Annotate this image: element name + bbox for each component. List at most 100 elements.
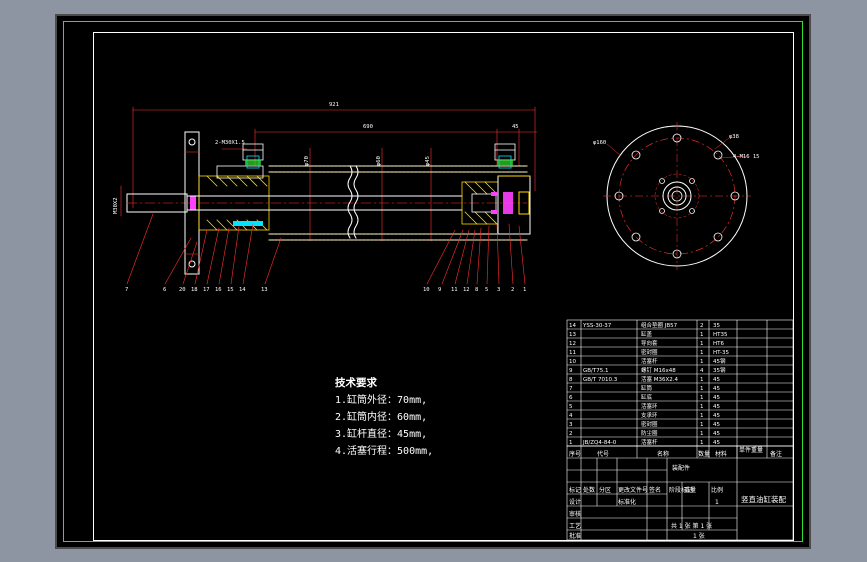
parts-cell-code: JB/ZQ4-84-0 — [582, 440, 617, 446]
bolt-circle-label: φ160 — [593, 140, 606, 146]
tb-label: 签名 — [649, 486, 661, 494]
parts-cell-qty: 4 — [700, 368, 704, 374]
parts-cell-qty: 1 — [700, 350, 704, 356]
balloon: 16 — [215, 287, 222, 293]
balloon: 14 — [239, 287, 246, 293]
weight-label: 重量 — [684, 486, 696, 494]
parts-cell-no: 6 — [569, 395, 573, 401]
parts-cell-name: 缸底 — [641, 393, 653, 401]
parts-cell-name: 活塞环 — [641, 402, 658, 410]
balloon: 1 — [523, 287, 526, 293]
scale-label: 比例 — [711, 486, 723, 494]
tb-label: 审核 — [569, 510, 581, 518]
balloon: 18 — [191, 287, 198, 293]
parts-cell-qty: 1 — [700, 341, 704, 347]
parts-cell-name: 缸筒 — [641, 384, 653, 392]
note-line: 4.活塞行程：500mm, — [335, 446, 434, 457]
sheet-count: 1 张 — [693, 532, 705, 540]
parts-cell-no: 7 — [569, 386, 573, 392]
balloon: 17 — [203, 287, 210, 293]
tb-label: 分区 — [599, 486, 611, 494]
title-block-texts: 序号 代号 名称 数量 材料 单件重量 备注 装配件 标记 处数 分区 更改文件… — [569, 446, 786, 540]
parts-cell-no: 4 — [569, 413, 573, 419]
parts-cell-mat: 45 — [713, 440, 720, 446]
balloon: 11 — [451, 287, 458, 293]
hdr-no: 序号 — [569, 450, 581, 458]
drawing-title: 竖直油缸装配 — [741, 494, 786, 504]
parts-cell-mat: HT-35 — [713, 350, 729, 356]
tb-label: 批准 — [569, 532, 581, 540]
balloon-labels-left: 7 6 20 18 17 16 15 14 13 — [125, 287, 268, 293]
note-line: 3.缸杆直径：45mm, — [335, 429, 428, 440]
note-line: 2.缸筒内径：60mm, — [335, 412, 428, 423]
parts-cell-no: 10 — [569, 359, 576, 365]
dim-rod-end: M30X2 — [113, 197, 119, 214]
parts-list — [566, 319, 794, 458]
parts-cell-mat: 45钢 — [713, 357, 726, 365]
parts-cell-qty: 1 — [700, 413, 704, 419]
break-symbol — [347, 165, 359, 239]
scale-value: 1 — [715, 499, 719, 506]
cad-viewport[interactable]: 921 690 45 2-M30X1.5 M30X2 φ70 φ60 φ45 7… — [55, 14, 811, 549]
parts-cell-name: 防尘圈 — [641, 429, 658, 437]
parts-cell-code: YSS-30-37 — [582, 323, 612, 329]
hdr-mat: 材料 — [715, 450, 727, 458]
parts-cell-qty: 1 — [700, 431, 704, 437]
parts-cell-qty: 1 — [700, 395, 704, 401]
balloon: 2 — [511, 287, 514, 293]
parts-cell-mat: 45 — [713, 404, 720, 410]
tb-label: 工艺 — [569, 522, 581, 530]
parts-cell-name: 缸盖 — [641, 330, 653, 338]
hdr-code: 代号 — [597, 450, 609, 458]
cylinder-section-view: 921 690 45 2-M30X1.5 M30X2 φ70 φ60 φ45 — [113, 102, 538, 285]
parts-cell-name: 螺钉 M16x48 — [641, 366, 676, 374]
balloon: 15 — [227, 287, 234, 293]
parts-cell-qty: 1 — [700, 359, 704, 365]
parts-cell-qty: 1 — [700, 404, 704, 410]
balloon: 9 — [438, 287, 441, 293]
parts-cell-no: 12 — [569, 341, 576, 347]
dim-overall: 921 — [329, 102, 339, 108]
parts-cell-name: 导向套 — [641, 339, 658, 347]
parts-cell-no: 11 — [569, 350, 576, 356]
note-line: 1.缸筒外径：70mm, — [335, 395, 428, 406]
parts-cell-mat: 35 — [713, 323, 720, 329]
dimension-texts: 921 690 45 2-M30X1.5 M30X2 φ70 φ60 φ45 — [113, 102, 519, 214]
parts-cell-mat: 35钢 — [713, 366, 726, 374]
parts-cell-name: 组合垫圈 JB57 — [641, 321, 678, 329]
hdr-qty: 数量 — [698, 450, 710, 458]
rear-end-cap — [497, 175, 531, 235]
hole-label: φ38 — [729, 134, 739, 140]
parts-cell-no: 14 — [569, 323, 576, 329]
parts-cell-no: 13 — [569, 332, 576, 338]
rear-port — [494, 143, 516, 169]
parts-cell-no: 1 — [569, 440, 573, 446]
assembly-drawing: 921 690 45 2-M30X1.5 M30X2 φ70 φ60 φ45 7… — [113, 102, 794, 541]
balloon: 10 — [423, 287, 430, 293]
parts-cell-code: GB/T75.1 — [583, 368, 609, 374]
parts-cell-no: 8 — [569, 377, 573, 383]
parts-cell-name: 活塞杆 — [641, 438, 658, 446]
balloon: 13 — [261, 287, 268, 293]
parts-cell-mat: 45 — [713, 377, 720, 383]
balloon-labels-right: 10 9 11 12 8 5 3 2 1 — [423, 287, 526, 293]
parts-cell-qty: 1 — [700, 386, 704, 392]
parts-cell-no: 2 — [569, 431, 573, 437]
assembly-label: 装配件 — [672, 464, 690, 472]
dim-60: φ60 — [376, 156, 382, 166]
parts-cell-name: 支承环 — [641, 411, 658, 419]
tb-label: 标记 — [569, 486, 581, 494]
parts-cell-mat: 45 — [713, 413, 720, 419]
parts-cell-qty: 1 — [700, 440, 704, 446]
dim-right-offset: 45 — [512, 124, 519, 130]
parts-cell-no: 3 — [569, 422, 573, 428]
tb-label: 处数 — [583, 486, 595, 494]
balloon: 7 — [125, 287, 128, 293]
tb-label: 设计 — [569, 498, 581, 506]
parts-cell-code: GB/T 7010.3 — [583, 377, 618, 383]
balloon: 6 — [163, 287, 166, 293]
balloon: 12 — [463, 287, 470, 293]
dim-stroke: 690 — [363, 124, 373, 130]
dim-70: φ70 — [304, 156, 310, 166]
parts-cell-qty: 1 — [700, 332, 704, 338]
